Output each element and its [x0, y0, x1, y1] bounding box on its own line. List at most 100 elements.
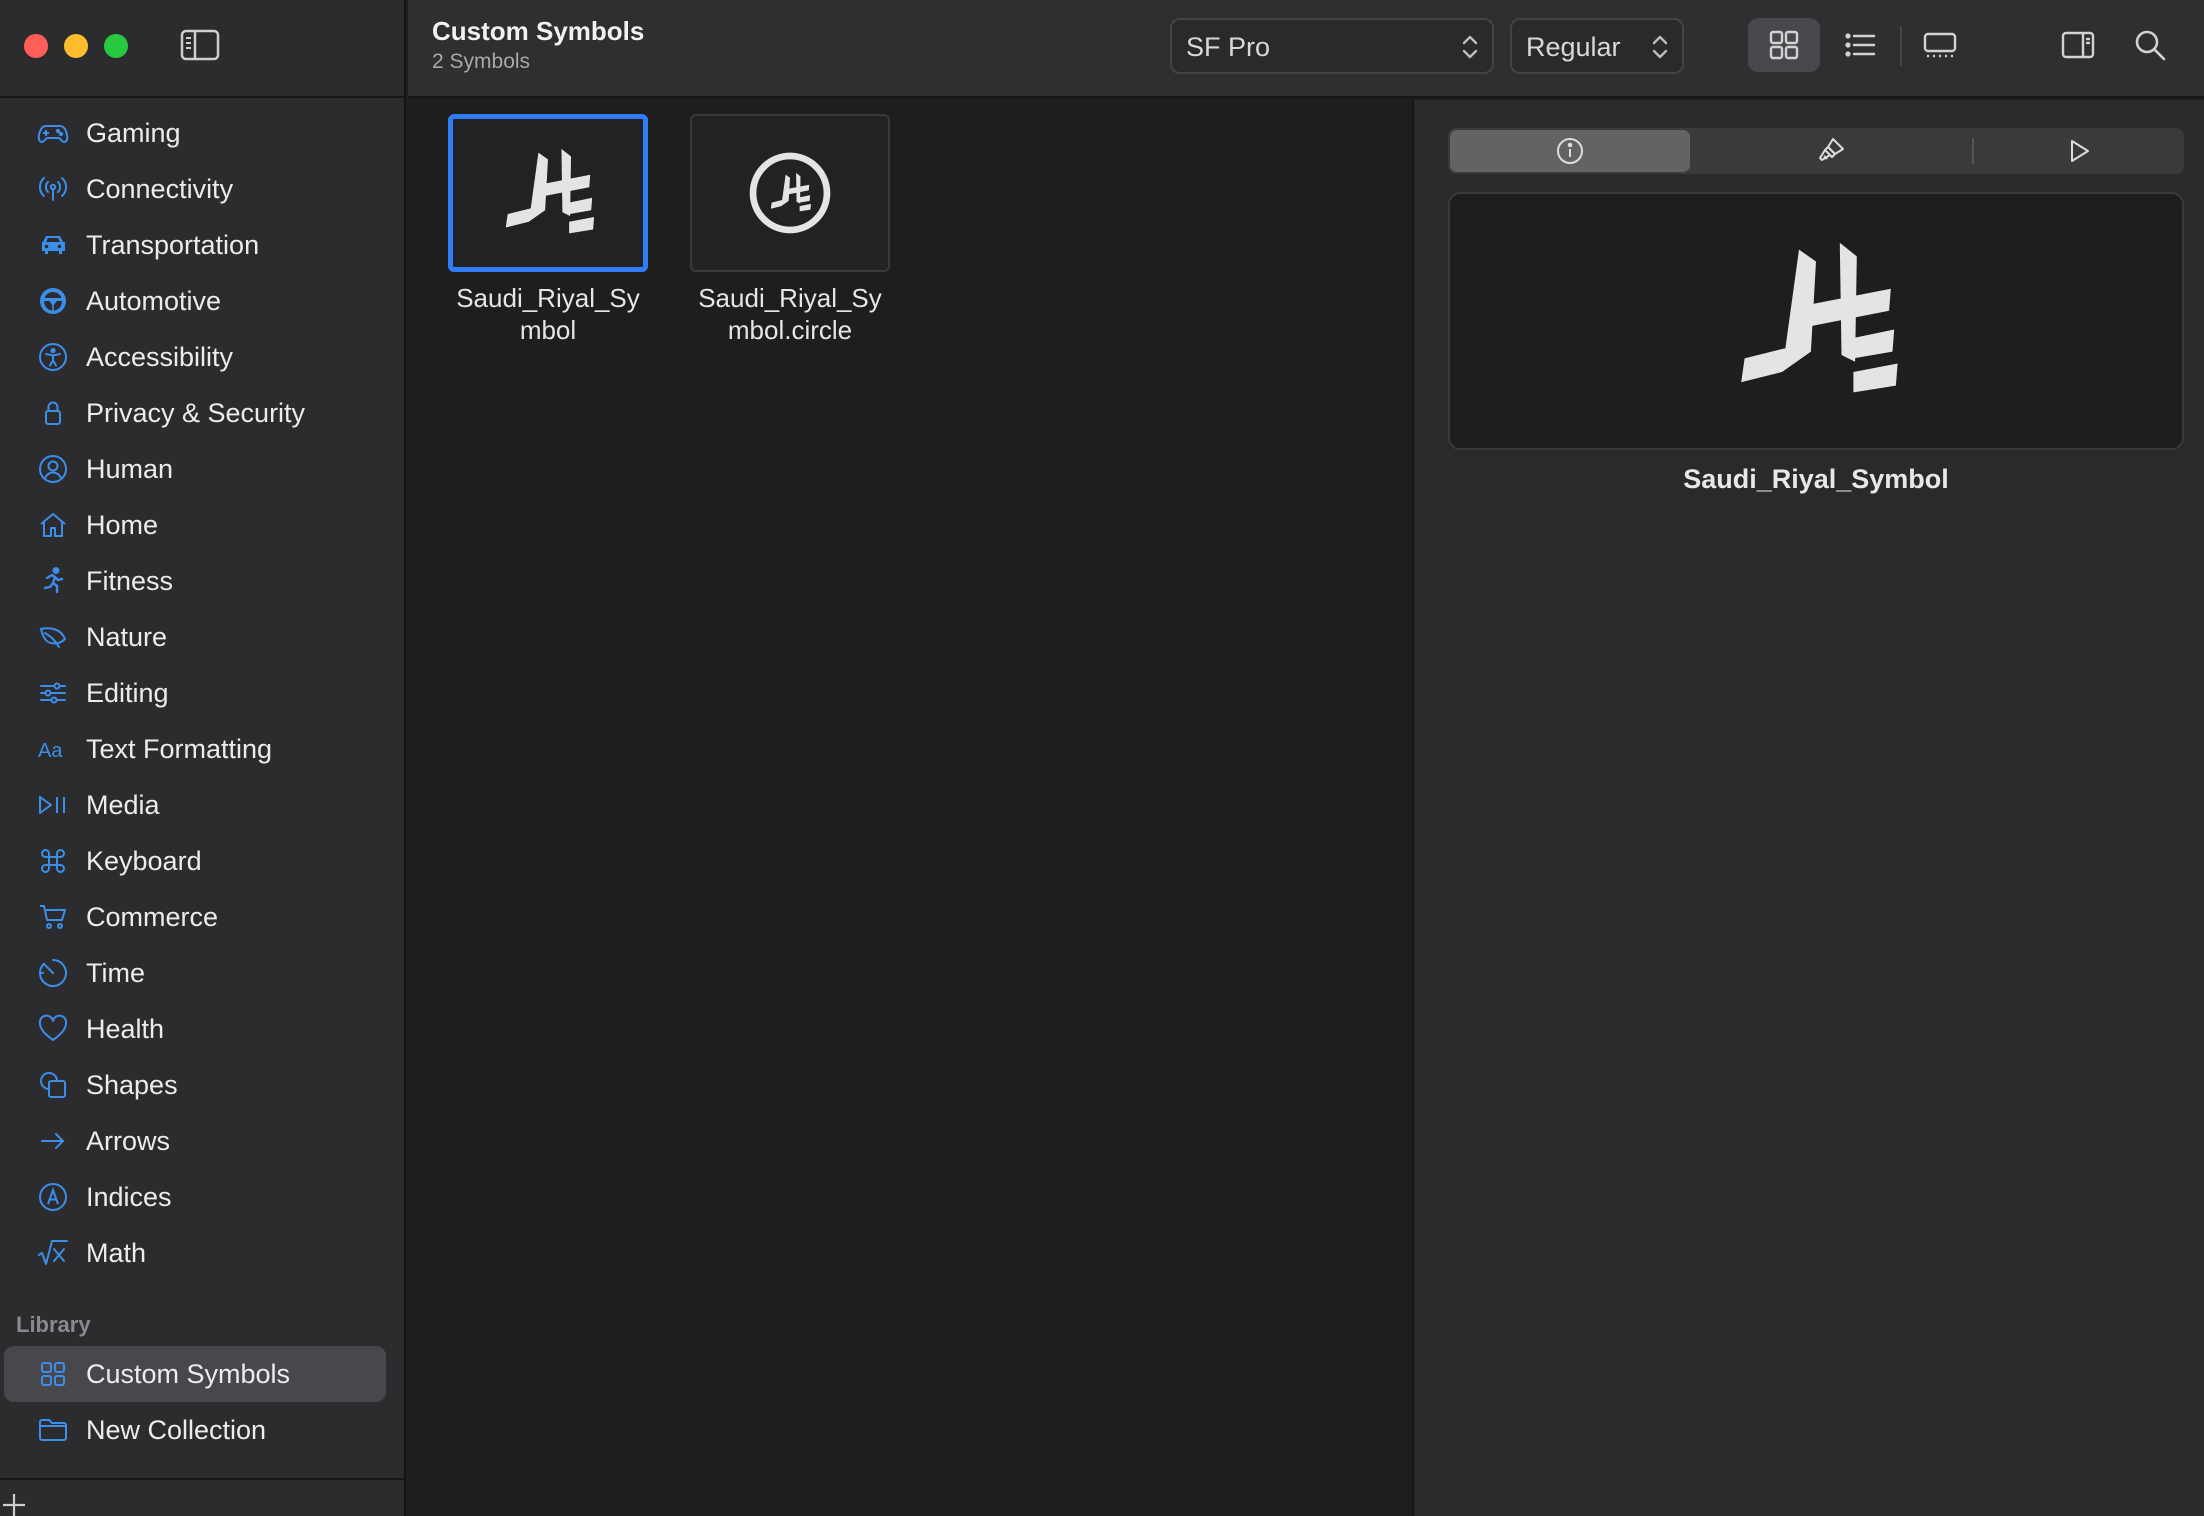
sidebar-item-label: Commerce: [86, 902, 219, 932]
a-circle-icon: [36, 1181, 70, 1213]
sidebar-item-time[interactable]: Time: [0, 945, 406, 1001]
sidebar-item-fitness[interactable]: Fitness: [0, 553, 406, 609]
sidebar-item-accessibility[interactable]: Accessibility: [0, 329, 406, 385]
figure-run-icon: [36, 565, 70, 597]
accessibility-icon: [36, 341, 70, 373]
symbol-tile-name: Saudi_Riyal_Symbol: [456, 283, 640, 345]
chevron-up-down-icon: [1652, 35, 1668, 59]
symbol-tile-name: Saudi_Riyal_Symbol.circle: [698, 283, 882, 345]
sidebar-item-label: Human: [86, 454, 174, 484]
sidebar-item-nature[interactable]: Nature: [0, 609, 406, 665]
symbol-tile-preview: [690, 114, 890, 272]
sidebar-item-label: Nature: [86, 622, 168, 652]
sidebar-item-label: Home: [86, 510, 159, 540]
sidebar-item-home[interactable]: Home: [0, 497, 406, 553]
sidebar-item-automotive[interactable]: Automotive: [0, 273, 406, 329]
add-collection-icon[interactable]: [2, 1490, 28, 1516]
sidebar-bottom-divider: [0, 1478, 406, 1480]
command-icon: [36, 845, 70, 877]
selected-symbol-name: Saudi_Riyal_Symbol: [1683, 464, 1949, 494]
tab-info[interactable]: [1450, 130, 1690, 172]
sidebar-item-label: Connectivity: [86, 174, 234, 204]
minimize-window-button[interactable]: [64, 34, 88, 58]
symbol-preview: [1448, 192, 2184, 450]
library-header: Library: [16, 1312, 91, 1337]
leaf-icon: [36, 621, 70, 653]
sidebar-item-gaming[interactable]: Gaming: [0, 105, 406, 161]
sidebar-item-text-formatting[interactable]: Aa Text Formatting: [0, 721, 406, 777]
inspector-toggle-button[interactable]: [2042, 18, 2114, 72]
zoom-window-button[interactable]: [104, 34, 128, 58]
inspector-panel: Saudi_Riyal_Symbol: [1412, 100, 2204, 1516]
saudi-riyal-circle-icon: [749, 152, 831, 234]
sidebar-right-icon: [2061, 31, 2095, 59]
sidebar-item-label: Automotive: [86, 286, 222, 316]
sidebar-item-keyboard[interactable]: Keyboard: [0, 833, 406, 889]
inspector-tab-control: [1448, 128, 2184, 174]
sidebar-item-transportation[interactable]: Transportation: [0, 217, 406, 273]
sidebar-item-label: Time: [86, 958, 145, 988]
shapes-icon: [36, 1069, 70, 1101]
gamecontroller-icon: [36, 117, 70, 149]
sidebar-item-media[interactable]: Media: [0, 777, 406, 833]
sidebar-item-label: Transportation: [86, 230, 260, 260]
sidebar-item-custom-symbols[interactable]: Custom Symbols: [4, 1346, 386, 1402]
clock-icon: [36, 957, 70, 989]
sidebar-item-label: Indices: [86, 1182, 172, 1212]
tab-animation[interactable]: [1976, 130, 2182, 172]
sidebar-item-label: Keyboard: [86, 846, 202, 876]
sidebar-item-label: Fitness: [86, 566, 174, 596]
sidebar-item-label: Text Formatting: [86, 734, 273, 764]
sidebar-titlebar: [0, 0, 406, 98]
sliders-icon: [36, 677, 70, 709]
sidebar: Gaming Connectivity Transportation Autom…: [0, 0, 406, 1516]
sidebar-item-arrows[interactable]: Arrows: [0, 1113, 406, 1169]
gallery-view-button[interactable]: [1904, 18, 1976, 72]
square-root-icon: [36, 1237, 70, 1269]
symbol-tile-preview: [448, 114, 648, 272]
sidebar-item-label: New Collection: [86, 1415, 267, 1445]
sidebar-item-privacy-security[interactable]: Privacy & Security: [0, 385, 406, 441]
symbol-tile[interactable]: Saudi_Riyal_Symbol.circle: [690, 114, 890, 346]
weight-popup[interactable]: Regular: [1510, 18, 1684, 74]
font-popup-value: SF Pro: [1186, 32, 1271, 62]
gallery-view-icon: [1923, 32, 1957, 58]
sidebar-item-new-collection[interactable]: New Collection: [4, 1402, 386, 1458]
lock-icon: [36, 397, 70, 429]
arrow-right-icon: [36, 1125, 70, 1157]
grid-view-button[interactable]: [1748, 18, 1820, 72]
info-icon: [1557, 138, 1583, 164]
list-view-icon: [1845, 33, 1876, 57]
close-window-button[interactable]: [24, 34, 48, 58]
play-icon: [2071, 140, 2089, 162]
tab-divider: [1972, 138, 1974, 164]
sidebar-item-human[interactable]: Human: [0, 441, 406, 497]
person-circle-icon: [36, 453, 70, 485]
sidebar-item-health[interactable]: Health: [0, 1001, 406, 1057]
toolbar-separator: [1900, 26, 1902, 66]
grid-icon: [36, 1358, 70, 1390]
sidebar-item-editing[interactable]: Editing: [0, 665, 406, 721]
search-button[interactable]: [2114, 18, 2186, 72]
sidebar-item-indices[interactable]: Indices: [0, 1169, 406, 1225]
sidebar-item-math[interactable]: Math: [0, 1225, 406, 1281]
sidebar-item-commerce[interactable]: Commerce: [0, 889, 406, 945]
sidebar-toggle-icon[interactable]: [180, 28, 220, 62]
search-icon: [2135, 30, 2166, 61]
symbol-tile[interactable]: Saudi_Riyal_Symbol: [448, 114, 648, 346]
font-popup[interactable]: SF Pro: [1170, 18, 1494, 74]
sidebar-item-shapes[interactable]: Shapes: [0, 1057, 406, 1113]
saudi-riyal-icon: [1741, 242, 1898, 393]
paintbrush-icon: [1819, 138, 1844, 161]
chevron-up-down-icon: [1462, 35, 1478, 59]
window-title: Custom Symbols: [432, 16, 645, 46]
list-view-button[interactable]: [1824, 18, 1896, 72]
sidebar-item-label: Accessibility: [86, 342, 234, 372]
tab-rendering[interactable]: [1694, 130, 1968, 172]
saudi-riyal-icon: [505, 148, 595, 234]
steering-wheel-icon: [36, 285, 70, 317]
sidebar-item-connectivity[interactable]: Connectivity: [0, 161, 406, 217]
toolbar: Custom Symbols 2 Symbols SF Pro Regular: [408, 0, 2204, 98]
sidebar-item-label: Arrows: [86, 1126, 171, 1156]
cart-icon: [36, 901, 70, 933]
